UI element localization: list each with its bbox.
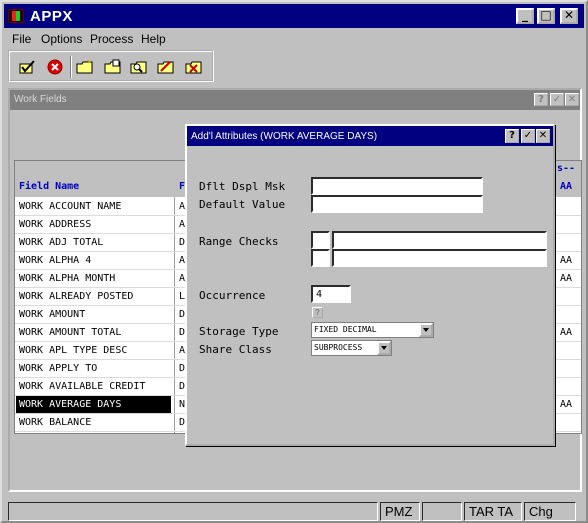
share-class-label: Share Class [199, 343, 272, 356]
col-extra-header: AA [560, 181, 573, 192]
chevron-down-icon[interactable] [377, 341, 391, 355]
menu-options[interactable]: Options [41, 32, 82, 46]
ok-check-icon[interactable] [18, 59, 36, 75]
edit-folder-icon[interactable] [157, 59, 175, 75]
chevron-down-icon[interactable] [419, 323, 433, 337]
work-fields-close-button[interactable]: ✕ [565, 93, 579, 106]
status-message [8, 502, 378, 521]
toolbar [8, 50, 214, 82]
status-mode: Chg [524, 502, 576, 521]
field-name-cell[interactable]: WORK ADDRESS [19, 219, 91, 230]
default-value-field[interactable] [311, 195, 483, 213]
field-name-cell[interactable]: WORK APPLY TO [19, 363, 97, 374]
title-bar[interactable]: APPX _ □ ✕ [4, 4, 584, 28]
close-button[interactable]: ✕ [560, 8, 578, 24]
range-check-value-1[interactable] [332, 231, 547, 249]
work-fields-ok-button[interactable]: ✓ [550, 93, 564, 106]
field-name-cell[interactable]: WORK AMOUNT TOTAL [19, 327, 121, 338]
field-name-cell[interactable]: WORK ALPHA MONTH [19, 273, 115, 284]
menu-bar: File Options Process Help [4, 29, 584, 49]
status-bar: PMZ TAR TA Chg [4, 502, 584, 521]
work-fields-titlebar[interactable]: Work Fields ? ✓ ✕ [10, 90, 580, 110]
status-pmz: PMZ [380, 502, 420, 521]
app-window: APPX _ □ ✕ File Options Process Help Wor… [0, 0, 588, 523]
field-name-cell[interactable]: WORK ALPHA 4 [19, 255, 91, 266]
share-class-value: SUBPROCESS [314, 343, 363, 352]
work-fields-help-button[interactable]: ? [534, 93, 548, 106]
menu-process[interactable]: Process [90, 32, 133, 46]
status-tar: TAR TA [464, 502, 522, 521]
field-name-cell[interactable]: WORK ADJ TOTAL [19, 237, 103, 248]
field-name-cell[interactable]: WORK AMOUNT [19, 309, 85, 320]
new-folder-icon[interactable] [76, 59, 94, 75]
occurrence-field[interactable]: 4 [311, 285, 351, 303]
field-name-cell[interactable]: WORK AVAILABLE CREDIT [19, 381, 145, 392]
open-folder-icon[interactable] [104, 59, 122, 75]
col-extra-header-top: s-- [557, 163, 576, 174]
storage-type-label: Storage Type [199, 325, 279, 338]
field-name-cell[interactable]: WORK BALANCE [19, 417, 91, 428]
dflt-dspl-msk-label: Dflt Dspl Msk [199, 180, 286, 193]
range-check-operator-2[interactable] [311, 249, 330, 267]
dialog-close-button[interactable]: ✕ [536, 129, 550, 143]
toolbar-separator [70, 56, 72, 78]
range-check-value-2[interactable] [332, 249, 547, 267]
dialog-titlebar[interactable]: Add'l Attributes (WORK AVERAGE DAYS) ? ✓… [187, 126, 553, 146]
minimize-button[interactable]: _ [516, 8, 534, 24]
menu-help[interactable]: Help [141, 32, 166, 46]
dialog-help-button[interactable]: ? [505, 129, 519, 143]
field-name-cell[interactable]: WORK ACCOUNT NAME [19, 201, 121, 212]
maximize-button[interactable]: □ [537, 8, 555, 24]
dialog-ok-button[interactable]: ✓ [521, 129, 535, 143]
occurrence-help-button[interactable]: ? [312, 307, 323, 318]
delete-folder-icon[interactable] [185, 59, 203, 75]
addl-attributes-dialog: Add'l Attributes (WORK AVERAGE DAYS) ? ✓… [185, 124, 555, 446]
dialog-title: Add'l Attributes (WORK AVERAGE DAYS) [191, 131, 378, 142]
work-fields-title: Work Fields [14, 94, 67, 105]
range-check-operator-1[interactable] [311, 231, 330, 249]
cancel-icon[interactable] [46, 59, 64, 75]
share-class-dropdown[interactable]: SUBPROCESS [311, 340, 392, 356]
field-name-cell[interactable]: WORK AVERAGE DAYS [19, 399, 121, 410]
range-checks-label: Range Checks [199, 235, 279, 248]
field-extra-cell[interactable]: AA [560, 273, 572, 284]
app-title: APPX [30, 8, 73, 25]
storage-type-dropdown[interactable]: FIXED DECIMAL [311, 322, 434, 338]
field-extra-cell[interactable]: AA [560, 399, 572, 410]
col-field-name-header: Field Name [19, 181, 80, 192]
field-extra-cell[interactable]: AA [560, 327, 572, 338]
storage-type-value: FIXED DECIMAL [314, 325, 377, 334]
default-value-label: Default Value [199, 198, 286, 211]
status-empty [422, 502, 462, 521]
occurrence-label: Occurrence [199, 289, 266, 302]
search-folder-icon[interactable] [130, 59, 148, 75]
dflt-dspl-msk-field[interactable] [311, 177, 483, 195]
appx-logo-icon [8, 9, 24, 23]
field-name-cell[interactable]: WORK APL TYPE DESC [19, 345, 127, 356]
field-name-cell[interactable]: WORK ALREADY POSTED [19, 291, 133, 302]
field-extra-cell[interactable]: AA [560, 255, 572, 266]
menu-file[interactable]: File [12, 32, 31, 46]
